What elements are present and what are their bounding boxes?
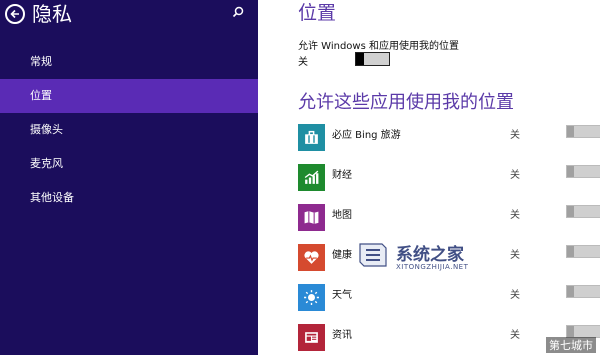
app-toggle[interactable] bbox=[566, 285, 600, 298]
allow-location-toggle[interactable] bbox=[355, 52, 390, 66]
allow-location-label: 允许 Windows 和应用使用我的位置 bbox=[298, 41, 459, 52]
app-name: 天气 bbox=[332, 290, 352, 301]
app-toggle[interactable] bbox=[566, 165, 600, 178]
sidebar-header: 隐私 bbox=[0, 0, 258, 30]
apps-section-title: 允许这些应用使用我的位置 bbox=[298, 92, 514, 113]
toggle-thumb bbox=[567, 286, 574, 297]
app-tile-travel bbox=[298, 124, 325, 151]
sidebar-item-microphone[interactable]: 麦克风 bbox=[0, 147, 258, 181]
app-state: 关 bbox=[510, 250, 520, 261]
app-name: 必应 Bing 旅游 bbox=[332, 130, 401, 141]
app-state: 关 bbox=[510, 130, 520, 141]
heart-icon bbox=[304, 251, 319, 264]
sidebar-item-general[interactable]: 常规 bbox=[0, 45, 258, 79]
toggle-thumb bbox=[356, 53, 364, 65]
sidebar-item-location[interactable]: 位置 bbox=[0, 79, 258, 113]
corner-watermark: 第七城市 bbox=[546, 337, 596, 353]
sidebar-nav: 常规 位置 摄像头 麦克风 其他设备 bbox=[0, 45, 258, 215]
arrow-left-icon bbox=[10, 9, 19, 19]
app-toggle[interactable] bbox=[566, 245, 600, 258]
app-name: 财经 bbox=[332, 170, 352, 181]
sidebar-item-other-devices[interactable]: 其他设备 bbox=[0, 181, 258, 215]
app-state: 关 bbox=[510, 170, 520, 181]
app-tile-news bbox=[298, 324, 325, 351]
toggle-thumb bbox=[567, 206, 574, 217]
app-name: 地图 bbox=[332, 210, 352, 221]
app-tile-finance bbox=[298, 164, 325, 191]
sun-icon bbox=[304, 290, 319, 305]
watermark: 系统之家 XITONGZHIJIA.NET bbox=[356, 236, 506, 276]
allow-location-state: 关 bbox=[298, 57, 308, 68]
watermark-brand: 系统之家 bbox=[396, 245, 464, 265]
app-toggle[interactable] bbox=[566, 205, 600, 218]
app-row-weather: 天气 关 bbox=[298, 281, 600, 321]
app-tile-health bbox=[298, 244, 325, 271]
app-row-bing-travel: 必应 Bing 旅游 关 bbox=[298, 121, 600, 161]
search-icon[interactable] bbox=[232, 6, 244, 18]
page-title: 位置 bbox=[298, 2, 337, 24]
suitcase-icon bbox=[305, 130, 318, 144]
app-state: 关 bbox=[510, 210, 520, 221]
sidebar-item-camera[interactable]: 摄像头 bbox=[0, 113, 258, 147]
toggle-thumb bbox=[567, 126, 574, 137]
sidebar-title: 隐私 bbox=[32, 2, 72, 26]
watermark-url: XITONGZHIJIA.NET bbox=[396, 263, 469, 271]
toggle-thumb bbox=[567, 166, 574, 177]
main-content: 位置 允许 Windows 和应用使用我的位置 关 允许这些应用使用我的位置 必… bbox=[258, 0, 600, 355]
app-state: 关 bbox=[510, 290, 520, 301]
app-toggle[interactable] bbox=[566, 125, 600, 138]
toggle-thumb bbox=[567, 326, 574, 337]
map-icon bbox=[304, 211, 319, 224]
watermark-logo-icon bbox=[359, 243, 387, 267]
app-tile-weather bbox=[298, 284, 325, 311]
app-tile-maps bbox=[298, 204, 325, 231]
app-state: 关 bbox=[510, 330, 520, 341]
app-name: 资讯 bbox=[332, 330, 352, 341]
app-name: 健康 bbox=[332, 250, 352, 261]
app-row-maps: 地图 关 bbox=[298, 201, 600, 241]
app-row-finance: 财经 关 bbox=[298, 161, 600, 201]
chart-icon bbox=[304, 170, 319, 184]
back-button[interactable] bbox=[5, 4, 25, 24]
sidebar: 隐私 常规 位置 摄像头 麦克风 其他设备 bbox=[0, 0, 258, 355]
news-icon bbox=[305, 332, 318, 343]
toggle-thumb bbox=[567, 246, 574, 257]
